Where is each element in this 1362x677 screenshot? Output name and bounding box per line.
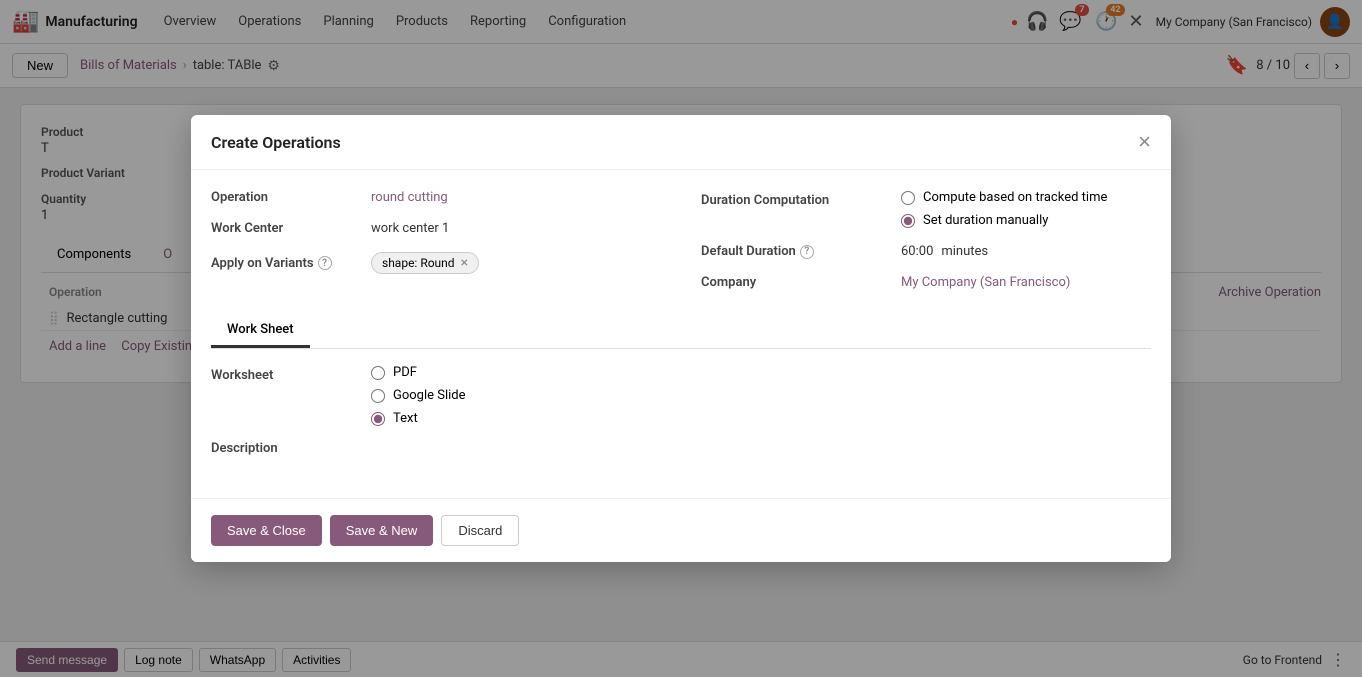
modal-overlay[interactable]: Create Operations × Operation round cutt… [0, 0, 1362, 677]
default-duration-help-icon[interactable]: ? [800, 245, 814, 259]
modal-tabs-bar: Work Sheet [211, 314, 1151, 349]
company-row: Company My Company (San Francisco) [701, 275, 1151, 290]
operation-field-row: Operation round cutting [211, 190, 661, 205]
variant-tag-remove-icon[interactable]: × [461, 255, 468, 271]
work-center-value: work center 1 [371, 221, 449, 236]
radio-set-manually[interactable]: Set duration manually [901, 213, 1107, 228]
save-new-button[interactable]: Save & New [330, 515, 434, 546]
operation-label: Operation [211, 190, 371, 205]
duration-computation-label: Duration Computation [701, 190, 901, 208]
duration-computation-row: Duration Computation Compute based on tr… [701, 190, 1151, 228]
modal-header: Create Operations × [191, 115, 1171, 170]
worksheet-label: Worksheet [211, 365, 371, 383]
work-center-label: Work Center [211, 221, 371, 236]
modal-close-button[interactable]: × [1138, 131, 1151, 153]
company-label: Company [701, 275, 901, 290]
modal-title: Create Operations [211, 133, 341, 152]
modal-right-col: Duration Computation Compute based on tr… [701, 190, 1151, 306]
modal: Create Operations × Operation round cutt… [191, 115, 1171, 562]
variant-tag-label: shape: Round [382, 256, 455, 270]
default-duration-value: 60:00 [901, 244, 933, 259]
default-duration-row: Default Duration ? 60:00 minutes [701, 244, 1151, 259]
worksheet-google-slide-text: Google Slide [393, 388, 466, 403]
worksheet-pdf-text: PDF [393, 365, 417, 380]
description-label: Description [211, 438, 371, 456]
apply-variants-help-icon[interactable]: ? [318, 256, 332, 270]
modal-left-col: Operation round cutting Work Center work… [211, 190, 661, 306]
variant-tag: shape: Round × [371, 252, 479, 274]
worksheet-pdf-label[interactable]: PDF [371, 365, 466, 380]
modal-tab-content: Worksheet PDF Google Slide Text [211, 349, 1151, 498]
operation-value: round cutting [371, 190, 448, 205]
description-area[interactable] [371, 438, 1151, 478]
radio-compute-tracked-label: Compute based on tracked time [923, 190, 1107, 205]
radio-group-duration: Compute based on tracked time Set durati… [901, 190, 1107, 228]
default-duration-label: Default Duration ? [701, 244, 901, 259]
worksheet-radio-group: PDF Google Slide Text [371, 365, 466, 426]
radio-compute-tracked[interactable]: Compute based on tracked time [901, 190, 1107, 205]
modal-footer: Save & Close Save & New Discard [191, 498, 1171, 562]
radio-set-manually-label: Set duration manually [923, 213, 1048, 228]
worksheet-row: Worksheet PDF Google Slide Text [211, 365, 1151, 426]
radio-set-manually-input[interactable] [901, 214, 915, 228]
company-value: My Company (San Francisco) [901, 275, 1070, 290]
apply-variants-label: Apply on Variants ? [211, 256, 371, 271]
worksheet-google-slide-label[interactable]: Google Slide [371, 388, 466, 403]
discard-button[interactable]: Discard [441, 515, 519, 546]
default-duration-unit: minutes [941, 244, 988, 259]
apply-variants-field-row: Apply on Variants ? shape: Round × [211, 252, 661, 274]
radio-compute-tracked-input[interactable] [901, 191, 915, 205]
tab-worksheet[interactable]: Work Sheet [211, 314, 310, 348]
worksheet-google-slide-input[interactable] [371, 389, 385, 403]
modal-grid: Operation round cutting Work Center work… [211, 190, 1151, 306]
worksheet-pdf-input[interactable] [371, 366, 385, 380]
worksheet-text-text: Text [393, 411, 418, 426]
worksheet-text-label[interactable]: Text [371, 411, 466, 426]
description-row: Description [211, 438, 1151, 478]
modal-body: Operation round cutting Work Center work… [191, 170, 1171, 498]
worksheet-text-input[interactable] [371, 412, 385, 426]
work-center-field-row: Work Center work center 1 [211, 221, 661, 236]
save-close-button[interactable]: Save & Close [211, 515, 322, 546]
